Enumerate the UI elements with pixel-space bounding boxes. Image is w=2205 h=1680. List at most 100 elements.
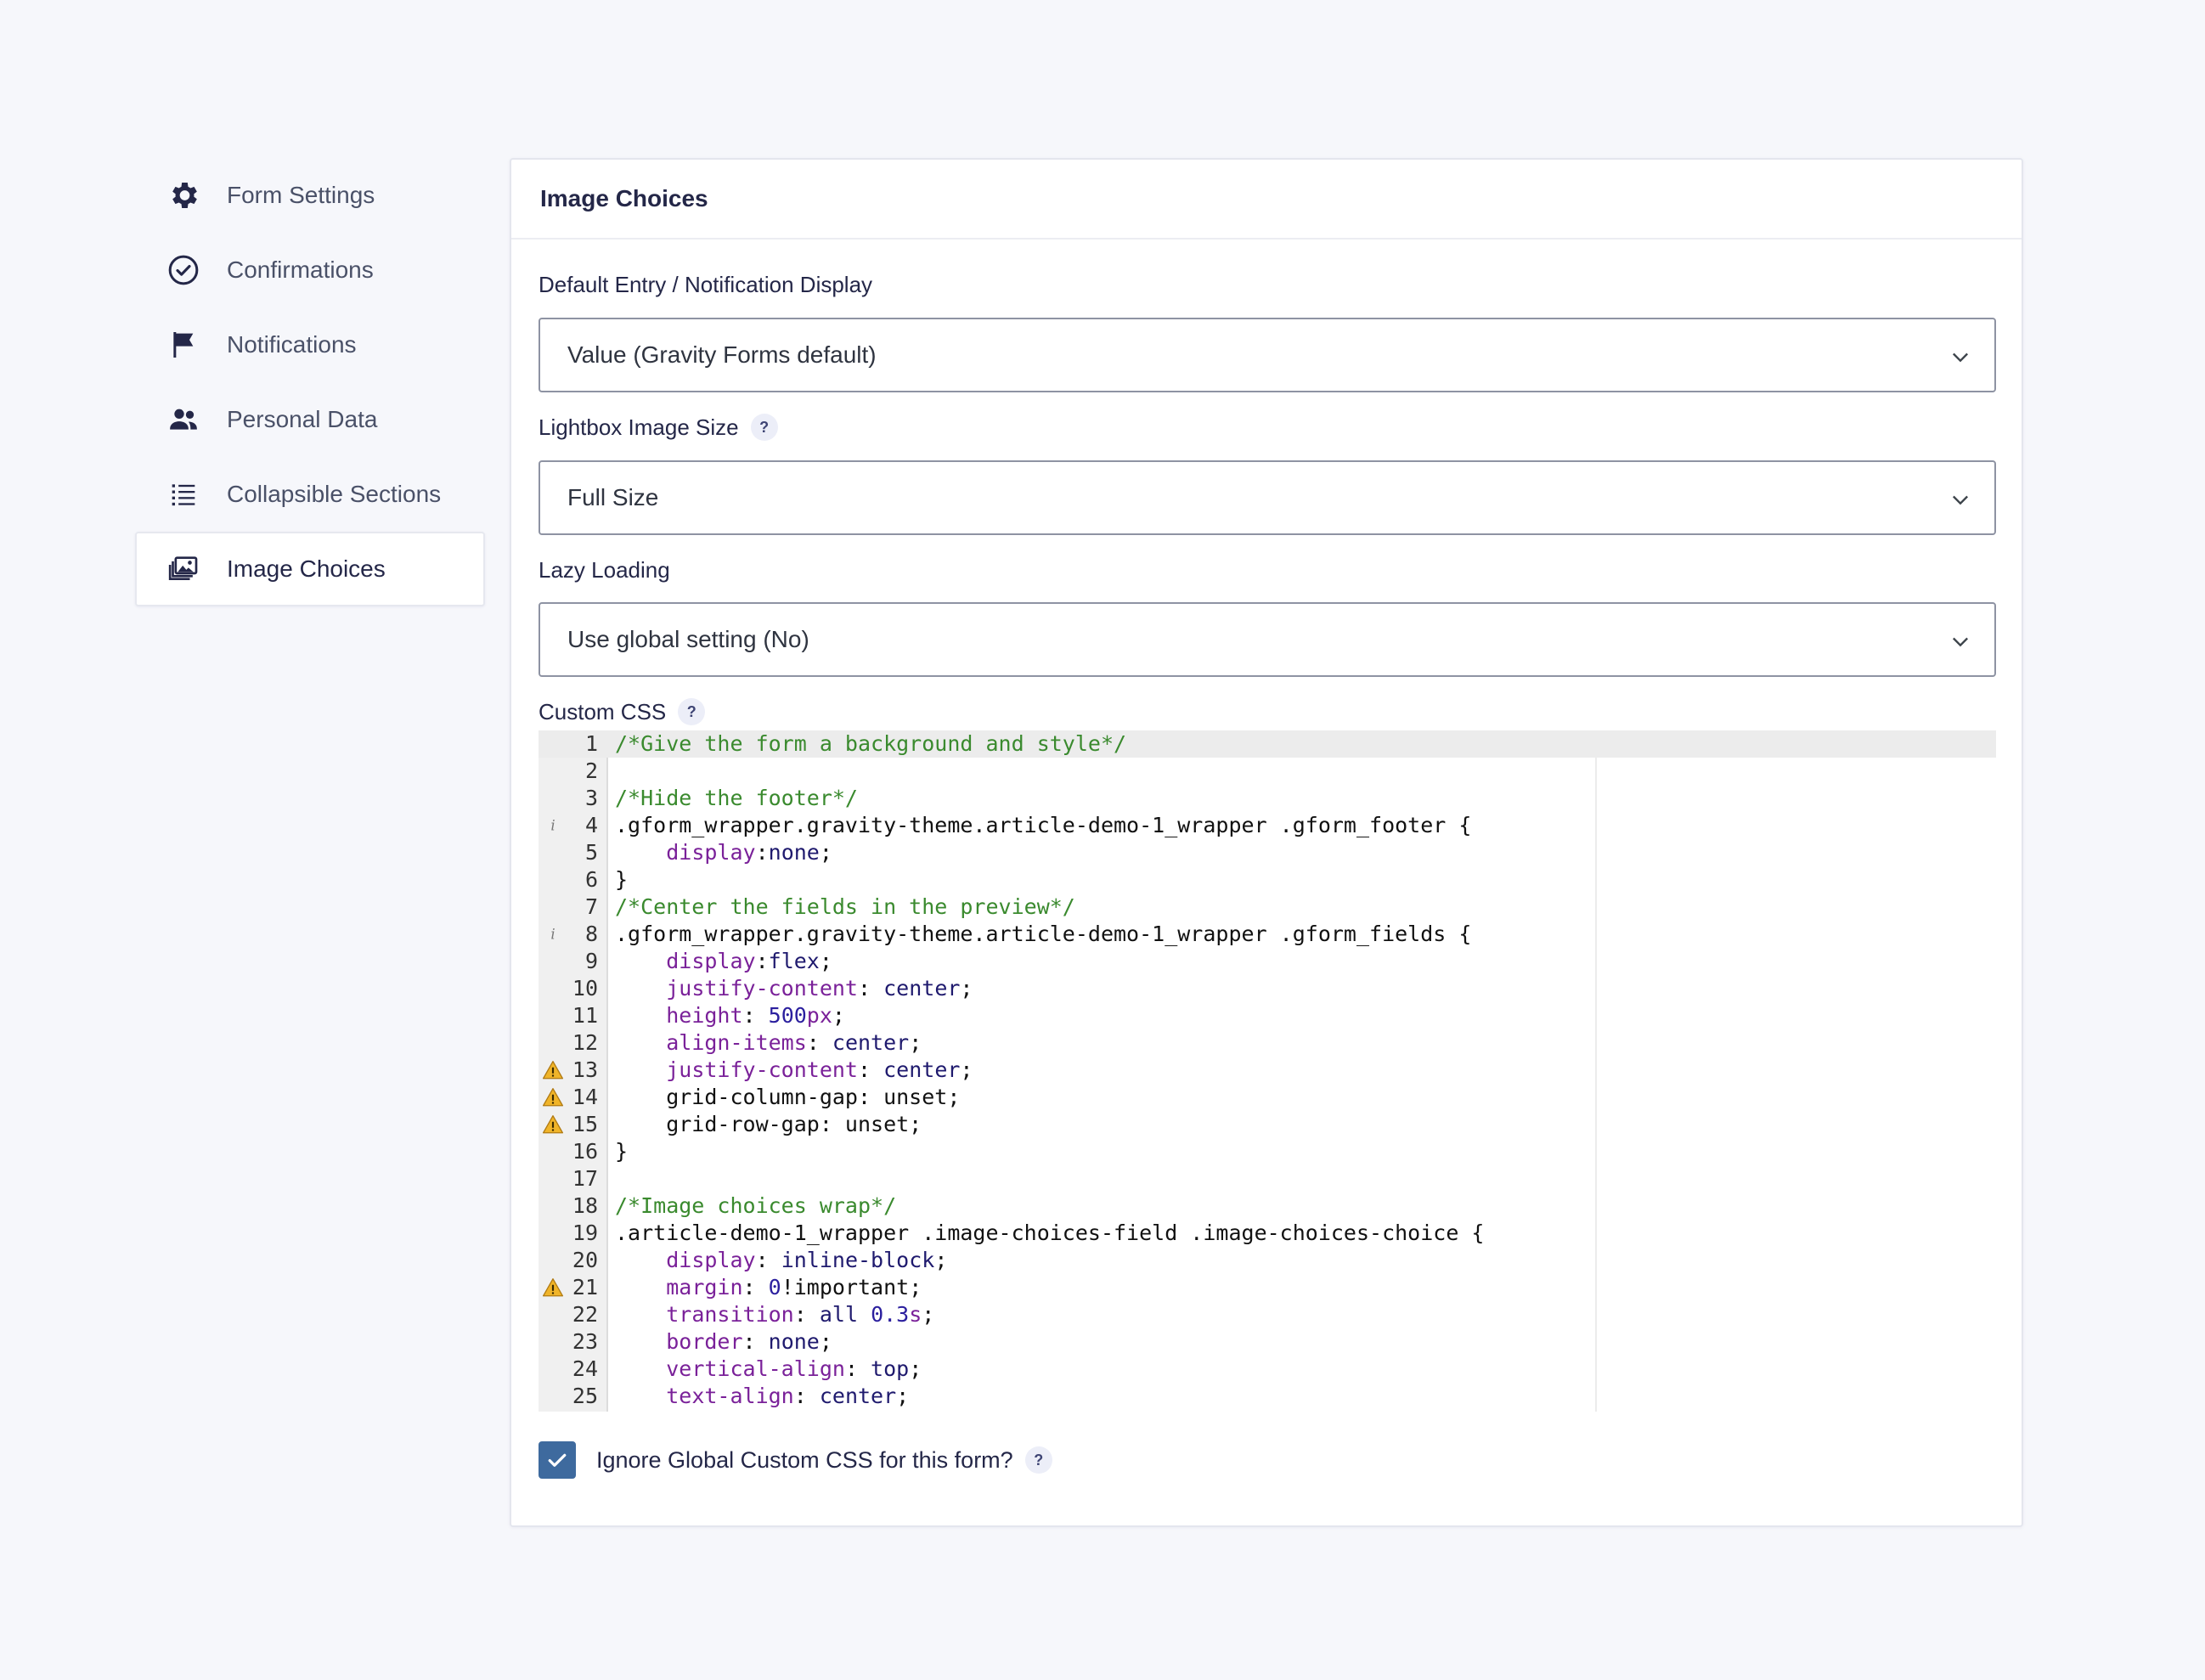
sidebar-item-form-settings[interactable]: Form Settings	[135, 158, 485, 233]
line-number: 17	[572, 1166, 598, 1191]
custom-css-editor[interactable]: 1 /*Give the form a background and style*…	[539, 730, 1996, 1412]
line-number: 25	[572, 1384, 598, 1408]
line-number: 4	[584, 813, 598, 837]
code-line[interactable]: 9 display:flex;	[539, 948, 1996, 975]
users-icon	[165, 401, 202, 438]
custom-css-label: Custom CSS ?	[539, 697, 706, 726]
line-number: 14	[572, 1085, 598, 1109]
code-text: }	[615, 1139, 629, 1164]
code-line[interactable]: 15 grid-row-gap: unset;	[539, 1111, 1996, 1138]
help-icon[interactable]: ?	[678, 698, 706, 725]
sidebar-item-confirmations[interactable]: Confirmations	[135, 233, 485, 307]
code-line[interactable]: 6}	[539, 866, 1996, 894]
code-line[interactable]: 14 grid-column-gap: unset;	[539, 1084, 1996, 1111]
lazy-loading-select[interactable]: Use global setting (No)	[539, 602, 1996, 677]
code-text: /*Image choices wrap*/	[615, 1193, 897, 1218]
code-text: align-items: center;	[666, 1030, 922, 1055]
code-line[interactable]: 21 margin: 0!important;	[539, 1274, 1996, 1301]
ignore-global-css-checkbox[interactable]	[539, 1441, 576, 1479]
line-number: 19	[572, 1221, 598, 1245]
line-number: 21	[572, 1275, 598, 1299]
help-icon[interactable]: ?	[750, 414, 778, 441]
code-text: display:none;	[666, 840, 832, 865]
line-number: 15	[572, 1112, 598, 1136]
default-display-value: Value (Gravity Forms default)	[567, 341, 877, 368]
sidebar-item-image-choices[interactable]: Image Choices	[135, 532, 485, 606]
panel-header: Image Choices	[511, 160, 2022, 240]
lightbox-size-select[interactable]: Full Size	[539, 460, 1996, 535]
code-line[interactable]: 12 align-items: center;	[539, 1029, 1996, 1057]
check-circle-icon	[165, 251, 202, 289]
line-number: 6	[584, 867, 598, 892]
line-number: 22	[572, 1302, 598, 1327]
code-line[interactable]: 13 justify-content: center;	[539, 1057, 1996, 1084]
code-line[interactable]: 17	[539, 1165, 1996, 1192]
chevron-down-icon	[1953, 352, 1968, 363]
ignore-global-css-label: Ignore Global Custom CSS for this form?	[596, 1446, 1013, 1473]
code-line[interactable]: 20 display: inline-block;	[539, 1247, 1996, 1274]
code-text: display: inline-block;	[666, 1248, 948, 1272]
line-number: 20	[572, 1248, 598, 1272]
image-choices-panel: Image Choices Default Entry / Notificati…	[510, 158, 2023, 1527]
line-number: 16	[572, 1139, 598, 1164]
line-number: 5	[584, 840, 598, 865]
code-text: /*Give the form a background and style*/	[615, 731, 1127, 756]
code-line[interactable]: 1 /*Give the form a background and style*…	[539, 730, 1996, 758]
line-number: 12	[572, 1030, 598, 1055]
code-line[interactable]: 7 /*Center the fields in the preview*/	[539, 894, 1996, 921]
code-text: height: 500px;	[666, 1003, 845, 1028]
code-line[interactable]: 5 display:none;	[539, 839, 1996, 866]
flag-icon	[165, 326, 202, 364]
code-line[interactable]: 18 /*Image choices wrap*/	[539, 1192, 1996, 1220]
code-line[interactable]: 10 justify-content: center;	[539, 975, 1996, 1002]
line-number: 11	[572, 1003, 598, 1028]
sidebar-item-label: Image Choices	[227, 555, 386, 582]
settings-sidebar: Form Settings Confirmations Notification…	[135, 158, 485, 606]
checkmark-icon	[548, 1453, 567, 1467]
sidebar-item-notifications[interactable]: Notifications	[135, 307, 485, 382]
code-line[interactable]: 16}	[539, 1138, 1996, 1165]
list-icon	[165, 476, 202, 513]
code-text: grid-row-gap: unset;	[615, 1112, 922, 1136]
lazy-loading-value: Use global setting (No)	[567, 626, 809, 652]
code-text: .gform_wrapper.gravity-theme.article-dem…	[615, 922, 1472, 946]
code-line[interactable]: 19 .article-demo-1_wrapper .image-choices…	[539, 1220, 1996, 1247]
line-number: 7	[584, 894, 598, 919]
code-text: justify-content: center;	[666, 1057, 973, 1082]
default-display-label-text: Default Entry / Notification Display	[539, 271, 873, 297]
chevron-down-icon	[1953, 495, 1968, 505]
code-text: .article-demo-1_wrapper .image-choices-f…	[615, 1221, 1485, 1245]
lazy-loading-label: Lazy Loading	[539, 555, 670, 584]
line-number: 8	[584, 922, 598, 946]
code-line[interactable]: 2	[539, 758, 1996, 785]
line-number: 10	[572, 976, 598, 1001]
line-number: 9	[584, 949, 598, 973]
code-text: .gform_wrapper.gravity-theme.article-dem…	[615, 813, 1472, 837]
code-text: vertical-align: top;	[666, 1356, 922, 1381]
code-text: justify-content: center;	[666, 976, 973, 1001]
code-line[interactable]: 24 vertical-align: top;	[539, 1356, 1996, 1383]
lazy-loading-label-text: Lazy Loading	[539, 556, 670, 583]
line-number: 23	[572, 1329, 598, 1354]
custom-css-label-text: Custom CSS	[539, 698, 667, 724]
code-line[interactable]: 3 /*Hide the footer*/	[539, 785, 1996, 812]
code-line[interactable]: i 4 .gform_wrapper.gravity-theme.article-d…	[539, 812, 1996, 839]
sidebar-item-label: Confirmations	[227, 257, 374, 283]
sidebar-item-personal-data[interactable]: Personal Data	[135, 382, 485, 457]
help-icon[interactable]: ?	[1024, 1446, 1052, 1474]
lightbox-size-label: Lightbox Image Size ?	[539, 413, 778, 442]
code-line[interactable]: 25 text-align: center;	[539, 1383, 1996, 1410]
code-line[interactable]: 11 height: 500px;	[539, 1002, 1996, 1029]
sidebar-item-label: Form Settings	[227, 182, 375, 208]
code-line[interactable]: 22 transition: all 0.3s;	[539, 1301, 1996, 1328]
code-text: border: none;	[666, 1329, 832, 1354]
images-icon	[165, 550, 202, 588]
code-line[interactable]: i 8 .gform_wrapper.gravity-theme.article-d…	[539, 921, 1996, 948]
default-display-select[interactable]: Value (Gravity Forms default)	[539, 318, 1996, 392]
lightbox-size-value: Full Size	[567, 484, 659, 510]
sidebar-item-collapsible-sections[interactable]: Collapsible Sections	[135, 457, 485, 532]
line-number: 13	[572, 1057, 598, 1082]
code-text: grid-column-gap: unset;	[615, 1085, 961, 1109]
code-line[interactable]: 23 border: none;	[539, 1328, 1996, 1356]
line-number: 3	[584, 786, 598, 810]
